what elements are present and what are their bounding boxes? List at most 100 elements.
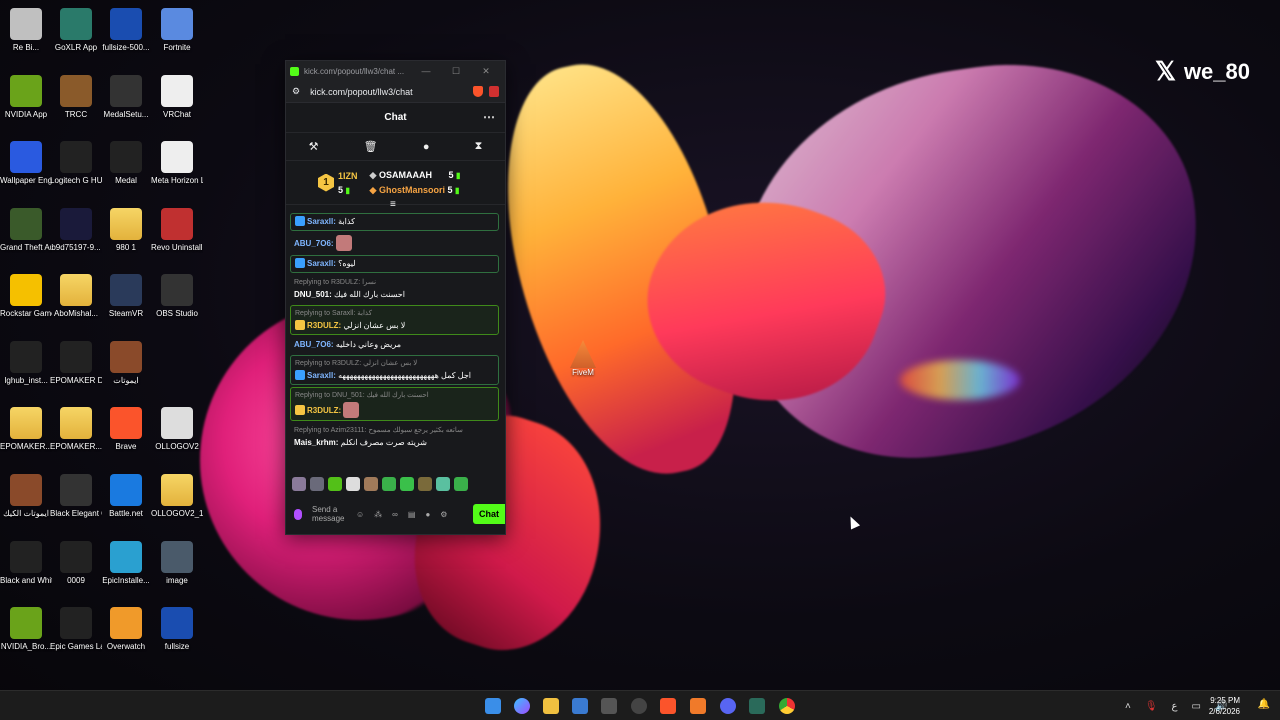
desktop-icon[interactable]: ايموتات الكيك	[0, 474, 52, 519]
chat-username[interactable]: R3DULZ:	[307, 321, 341, 330]
copilot-icon[interactable]	[514, 698, 530, 714]
leader-user[interactable]: GhostMansoori	[379, 185, 445, 195]
desktop-icon[interactable]: VRChat	[151, 75, 203, 120]
reply-context[interactable]: Replying to R3DULZ: نسرا	[294, 277, 495, 289]
chat-message[interactable]: Replying to Saraxll: كذابة R3DULZ: لا بس …	[290, 305, 499, 335]
chat-username[interactable]: Saraxll:	[307, 371, 336, 380]
infinity-icon[interactable]: ∞	[392, 510, 398, 519]
desktop-icon[interactable]: SteamVR	[100, 274, 152, 319]
store-icon[interactable]	[572, 698, 588, 714]
desktop-icon[interactable]: ايموتات	[100, 341, 152, 386]
desktop-icon[interactable]: Black and White Mo...	[0, 541, 52, 586]
desktop-icon[interactable]: Medal	[100, 141, 152, 186]
desktop-icon[interactable]: fullsize-500...	[100, 8, 152, 53]
chat-message[interactable]: ABU_7O6: مريض وعاني داخليه	[290, 337, 499, 353]
chat-message[interactable]: ABU_7O6:	[290, 233, 499, 253]
desktop-icon[interactable]: Brave	[100, 407, 152, 452]
goxlr-icon[interactable]	[749, 698, 765, 714]
desktop-icon[interactable]: AboMishal...	[50, 274, 102, 319]
reply-context[interactable]: Replying to R3DULZ: لا بس عشان انزلي	[295, 358, 494, 370]
desktop-icon[interactable]: GoXLR App	[50, 8, 102, 53]
chat-bubble-icon[interactable]: ●	[425, 510, 430, 519]
emote-icon[interactable]	[292, 477, 306, 491]
desktop-icon[interactable]: image	[151, 541, 203, 586]
store-icon[interactable]: ▤	[408, 510, 416, 519]
desktop-icon[interactable]: Grand Theft Auto V Le...	[0, 208, 52, 253]
desktop-icon[interactable]: 980 1	[100, 208, 152, 253]
desktop-icon[interactable]: Meta Horizon Link	[151, 141, 203, 186]
desktop-icon[interactable]: NVIDIA App	[0, 75, 52, 120]
maximize-button[interactable]: ☐	[441, 66, 471, 77]
emote-icon[interactable]	[346, 477, 360, 491]
chat-username[interactable]: ABU_7O6:	[294, 340, 334, 349]
hourglass-icon[interactable]: ⧗	[475, 140, 483, 153]
trash-icon[interactable]: 🗑	[364, 140, 378, 153]
desktop-icon[interactable]: Ighub_inst...	[0, 341, 52, 386]
brave-rewards-icon[interactable]	[489, 86, 499, 97]
emote-icon[interactable]	[418, 477, 432, 491]
close-button[interactable]: ✕	[471, 66, 501, 77]
input-language[interactable]: ع	[1172, 701, 1178, 712]
window-titlebar[interactable]: kick.com/popout/llw3/chat ... — ☐ ✕	[286, 61, 505, 81]
more-options-icon[interactable]: ⋯	[483, 110, 495, 124]
desktop-icon[interactable]: EPOMAKER...	[0, 407, 52, 452]
clock[interactable]: 9:25 PM 2/6/2026	[1209, 695, 1240, 717]
start-windows-icon[interactable]	[485, 698, 501, 714]
chat-username[interactable]: ABU_7O6:	[294, 239, 334, 248]
desktop-icon[interactable]: Epic Games Launcher	[50, 607, 102, 652]
desktop-icon[interactable]: EPOMAKER Driver	[50, 341, 102, 386]
desktop-icon-fivem[interactable]: FiveM	[566, 340, 600, 377]
chrome-icon[interactable]	[779, 698, 795, 714]
emote-icon[interactable]	[310, 477, 324, 491]
address-bar[interactable]: ⚙ kick.com/popout/llw3/chat	[286, 81, 505, 103]
emote-icon[interactable]	[454, 477, 468, 491]
desktop-icon[interactable]: TRCC	[50, 75, 102, 120]
chat-input[interactable]: Send a message	[312, 505, 346, 523]
fivem-icon[interactable]	[690, 698, 706, 714]
desktop-icon[interactable]: Battle.net	[100, 474, 152, 519]
emote-picker-icon[interactable]: ☺	[356, 510, 364, 519]
chat-username[interactable]: R3DULZ:	[307, 406, 341, 415]
reply-context[interactable]: Replying to Saraxll: كذابة	[295, 308, 494, 320]
obs-icon[interactable]	[631, 698, 647, 714]
desktop-icon[interactable]: EpicInstalle...	[100, 541, 152, 586]
brave-icon[interactable]	[660, 698, 676, 714]
desktop-icon[interactable]: EPOMAKER...	[50, 407, 102, 452]
reply-context[interactable]: Replying to Azim23111: ساتعه بكثير يرجع …	[294, 425, 495, 437]
chat-username[interactable]: Saraxll:	[307, 217, 336, 226]
file-explorer-icon[interactable]	[543, 698, 559, 714]
desktop-icon[interactable]: Wallpaper Engine	[0, 141, 52, 186]
calculator-icon[interactable]	[601, 698, 617, 714]
collapse-icon[interactable]: ≡	[390, 199, 396, 210]
reply-context[interactable]: Replying to DNU_501: احسنت بارك الله فيك	[295, 390, 494, 402]
chat-message[interactable]: Replying to R3DULZ: نسرا DNU_501: احسنت ب…	[290, 275, 499, 303]
emote-icon[interactable]	[382, 477, 396, 491]
desktop-icon[interactable]: Revo Uninstaller	[151, 208, 203, 253]
desktop-icon[interactable]: 0009	[50, 541, 102, 586]
desktop-icon[interactable]: Logitech G HUB	[50, 141, 102, 186]
leader-user[interactable]: OSAMAAAH	[379, 170, 432, 180]
chat-message[interactable]: Replying to DNU_501: احسنت بارك الله فيك…	[290, 387, 499, 421]
emote-icon[interactable]	[328, 477, 342, 491]
desktop-icon[interactable]: OLLOGOV2_1	[151, 474, 203, 519]
ban-hammer-icon[interactable]: ⚒	[309, 140, 319, 153]
mic-icon[interactable]	[294, 508, 302, 520]
chat-message[interactable]: Saraxll: ليوه؟	[290, 255, 499, 273]
chat-bubble-icon[interactable]: ●	[423, 141, 430, 153]
brave-shield-icon[interactable]	[473, 86, 483, 97]
desktop-icon[interactable]: Re Bi...	[0, 8, 52, 53]
desktop-icon[interactable]: b9d75197-9...	[50, 208, 102, 253]
users-icon[interactable]: ⁂	[374, 510, 382, 519]
emote-icon[interactable]	[436, 477, 450, 491]
minimize-button[interactable]: —	[411, 66, 441, 76]
desktop-icon[interactable]: OBS Studio	[151, 274, 203, 319]
desktop-icon[interactable]: Overwatch	[100, 607, 152, 652]
site-info-icon[interactable]: ⚙	[292, 86, 300, 97]
desktop-icon[interactable]: MedalSetu...	[100, 75, 152, 120]
desktop-icon[interactable]: NVIDIA_Bro...	[0, 607, 52, 652]
chat-username[interactable]: Saraxll:	[307, 259, 336, 268]
desktop-icon[interactable]: fullsize	[151, 607, 203, 652]
chat-username[interactable]: Mais_krhm:	[294, 438, 338, 447]
network-icon[interactable]: ▭	[1192, 701, 1201, 712]
tray-chevron-icon[interactable]: ˄	[1125, 701, 1131, 712]
